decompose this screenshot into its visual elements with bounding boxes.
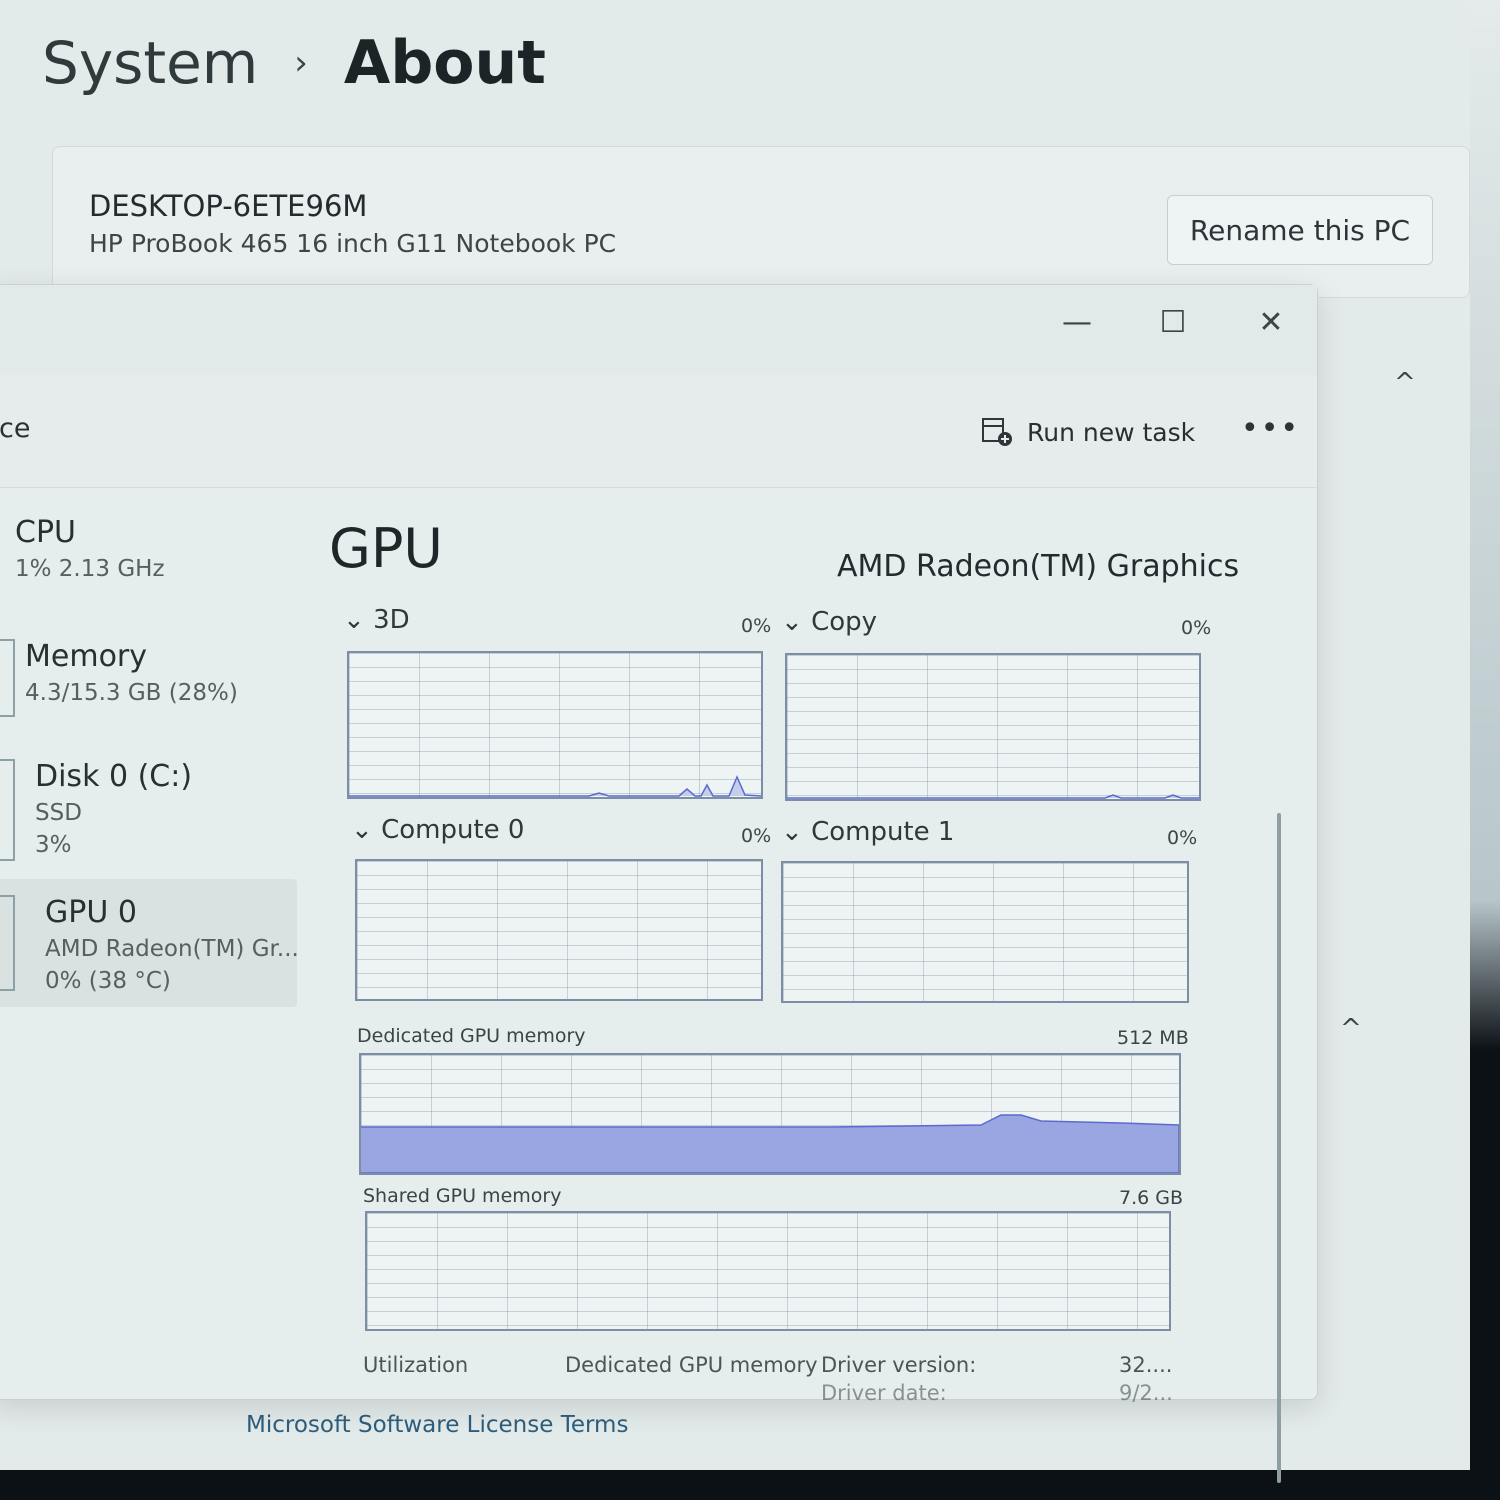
sidebar-item-sub2: 3% (35, 832, 72, 858)
sidebar-item-sub: 1% 2.13 GHz (15, 556, 165, 582)
sidebar-item-cpu[interactable]: CPU 1% 2.13 GHz (15, 515, 165, 582)
engine-percent: 0% (741, 825, 772, 847)
chevron-up-icon[interactable]: ^ (1340, 1014, 1362, 1044)
chevron-down-icon: ⌄ (781, 607, 803, 637)
sidebar-item-title: CPU (15, 515, 76, 550)
breadcrumb: System › About (42, 28, 546, 98)
close-button[interactable]: ✕ (1241, 299, 1301, 345)
license-terms-link[interactable]: Microsoft Software License Terms (246, 1412, 628, 1438)
sidebar-item-memory[interactable]: Memory 4.3/15.3 GB (28%) (25, 639, 238, 706)
stat-utilization-label: Utilization (363, 1353, 469, 1377)
run-task-icon (981, 417, 1013, 447)
chevron-down-icon: ⌄ (343, 605, 365, 635)
more-options-icon[interactable]: ••• (1241, 411, 1300, 446)
driver-version-label: Driver version: (821, 1353, 977, 1377)
run-new-task-label: Run new task (1027, 417, 1196, 447)
engine-selector-compute-0[interactable]: ⌄ Compute 0 (351, 815, 524, 845)
page-header: ce (0, 413, 31, 444)
task-manager-window: — ☐ ✕ ce Run new task ••• CPU 1% 2.13 GH… (0, 284, 1318, 1483)
chevron-down-icon: ⌄ (781, 817, 803, 847)
sidebar-item-title: GPU 0 (45, 895, 137, 930)
device-model: HP ProBook 465 16 inch G11 Notebook PC (89, 229, 617, 258)
monitor-bezel (1470, 0, 1500, 1500)
graph-3d-line (349, 775, 761, 797)
chevron-down-icon: ⌄ (351, 815, 373, 845)
minimize-button[interactable]: — (1047, 299, 1107, 345)
gpu-adapter-name: AMD Radeon(TM) Graphics (837, 549, 1240, 584)
device-name: DESKTOP-6ETE96M (89, 189, 368, 223)
sidebar-item-sub: 4.3/15.3 GB (28%) (25, 680, 238, 706)
sidebar-item-title: Disk 0 (C:) (35, 759, 193, 794)
driver-date-label: Driver date: (821, 1381, 947, 1405)
sidebar-item-sub: SSD (35, 800, 82, 826)
dedicated-memory-max: 512 MB (1117, 1027, 1189, 1049)
sidebar-item-disk[interactable]: Disk 0 (C:) SSD 3% (35, 759, 192, 858)
driver-version-value: 32.... (1119, 1353, 1173, 1377)
driver-date-value: 9/2... (1119, 1381, 1173, 1405)
graph-3d (347, 651, 763, 799)
device-card: DESKTOP-6ETE96M HP ProBook 465 16 inch G… (52, 146, 1470, 298)
engine-label: Compute 0 (381, 815, 525, 845)
shared-memory-label: Shared GPU memory (363, 1185, 562, 1207)
engine-label: Copy (811, 607, 878, 637)
stat-dedicated-label: Dedicated GPU memory (565, 1353, 818, 1377)
engine-percent: 0% (741, 615, 772, 637)
dedicated-memory-label: Dedicated GPU memory (357, 1025, 586, 1047)
gpu-thumbnail (0, 895, 15, 991)
maximize-button[interactable]: ☐ (1143, 299, 1203, 345)
graph-compute-0 (355, 859, 763, 1001)
engine-label: Compute 1 (811, 817, 955, 847)
sidebar-item-sub2: 0% (38 °C) (45, 968, 171, 994)
disk-thumbnail (0, 759, 15, 861)
shared-memory-max: 7.6 GB (1119, 1187, 1184, 1209)
breadcrumb-separator: › (294, 43, 308, 83)
graph-dedicated-memory-area (361, 1114, 1179, 1173)
breadcrumb-system[interactable]: System (42, 29, 258, 97)
graph-dedicated-memory (359, 1053, 1181, 1175)
engine-selector-3d[interactable]: ⌄ 3D (343, 605, 410, 635)
rename-pc-button[interactable]: Rename this PC (1167, 195, 1433, 265)
engine-selector-compute-1[interactable]: ⌄ Compute 1 (781, 817, 954, 847)
title-bar[interactable]: — ☐ ✕ (0, 285, 1317, 375)
run-new-task-button[interactable]: Run new task (981, 417, 1195, 447)
sidebar-item-gpu[interactable]: GPU 0 AMD Radeon(TM) Gr... 0% (38 °C) (45, 895, 299, 994)
sidebar-item-sub: AMD Radeon(TM) Gr... (45, 936, 299, 962)
graph-compute-1 (781, 861, 1189, 1003)
graph-copy-line (787, 794, 1199, 799)
scrollbar[interactable] (1277, 813, 1281, 1483)
engine-selector-copy[interactable]: ⌄ Copy (781, 607, 877, 637)
page-title: About (343, 28, 546, 98)
sidebar-item-title: Memory (25, 639, 148, 674)
engine-label: 3D (373, 605, 410, 635)
gpu-panel-title: GPU (329, 517, 443, 580)
engine-percent: 0% (1181, 617, 1212, 639)
graph-shared-memory (365, 1211, 1171, 1331)
monitor-bezel (0, 1470, 1500, 1500)
chevron-up-icon[interactable]: ^ (1394, 368, 1416, 398)
engine-percent: 0% (1167, 827, 1198, 849)
memory-thumbnail (0, 639, 15, 717)
graph-copy (785, 653, 1201, 801)
